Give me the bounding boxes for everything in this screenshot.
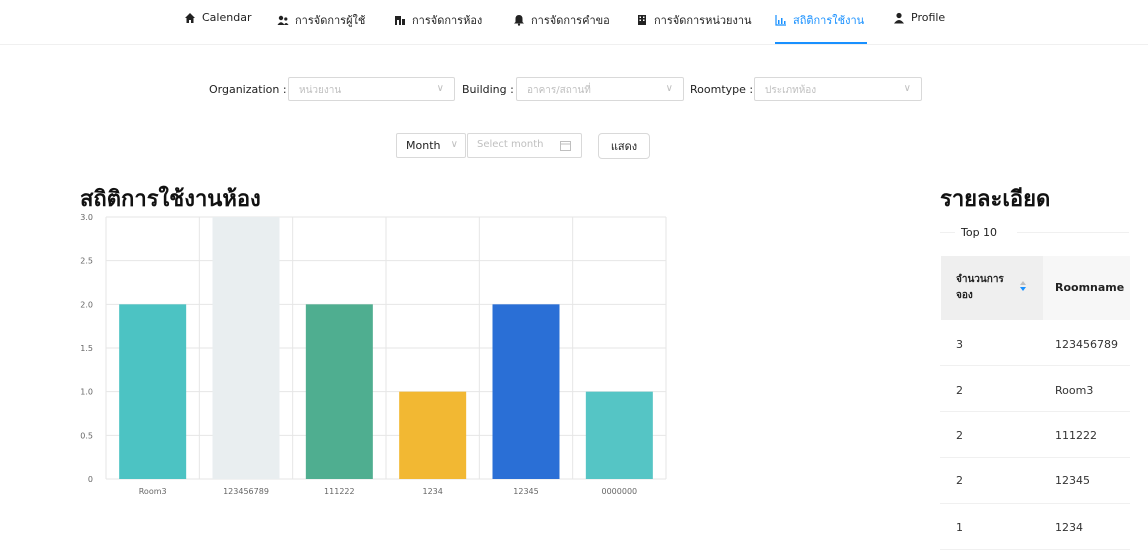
roomtype-select[interactable]: ประเภทห้อง ∨ — [754, 77, 922, 101]
room-cell: 12345 — [1055, 474, 1090, 487]
nav-label: Profile — [911, 11, 946, 24]
column-header-count[interactable]: จำนวนการจอง — [941, 256, 1043, 320]
chevron-down-icon: ∨ — [665, 83, 673, 94]
top-nav: Calendar การจัดการผู้ใช้ การจัดการห้อง ก… — [0, 0, 1148, 45]
chevron-down-icon: ∨ — [436, 83, 444, 94]
row-divider — [940, 503, 1130, 504]
y-tick-label: 0 — [88, 475, 93, 484]
building-label: Building : — [462, 83, 514, 96]
nav-item-calendar[interactable]: Calendar — [184, 11, 251, 24]
x-tick-label: 123456789 — [223, 487, 269, 496]
organization-select[interactable]: หน่วยงาน ∨ — [288, 77, 455, 101]
chart-title: สถิติการใช้งานห้อง — [80, 187, 261, 212]
room-cell: 123456789 — [1055, 338, 1118, 351]
room-cell: 111222 — [1055, 429, 1097, 442]
nav-label: การจัดการคำขอ — [531, 14, 610, 27]
bar[interactable] — [212, 217, 280, 479]
y-tick-label: 1.5 — [80, 344, 93, 353]
x-tick-label: 12345 — [513, 487, 538, 496]
top10-tab[interactable]: Top 10 — [961, 226, 997, 239]
count-cell: 2 — [956, 384, 963, 397]
count-cell: 3 — [956, 338, 963, 351]
period-select[interactable]: Month ∨ — [396, 133, 466, 158]
room-cell: 1234 — [1055, 521, 1083, 534]
active-tab-indicator — [775, 42, 867, 44]
sort-icon[interactable] — [1019, 280, 1027, 292]
y-tick-label: 3.0 — [80, 213, 93, 222]
room-cell: Room3 — [1055, 384, 1094, 397]
nav-item-requests[interactable]: การจัดการคำขอ — [513, 11, 610, 29]
building-placeholder: อาคาร/สถานที่ — [527, 85, 591, 96]
building-icon — [638, 15, 646, 25]
nav-label: สถิติการใช้งาน — [793, 14, 865, 27]
y-tick-label: 2.0 — [80, 300, 93, 309]
chart-grid — [105, 216, 667, 480]
home-icon — [185, 12, 195, 23]
nav-item-profile[interactable]: Profile — [893, 11, 945, 24]
bar-chart: 0 0.5 1.0 1.5 2.0 2.5 3.0 Room3 123456789 111222 1… — [80, 213, 667, 496]
nav-label: Calendar — [202, 11, 252, 24]
column-header-count-label: จำนวนการจอง — [956, 274, 1004, 301]
nav-item-departments[interactable]: การจัดการหน่วยงาน — [636, 11, 752, 29]
nav-item-statistics[interactable]: สถิติการใช้งาน — [775, 11, 864, 29]
count-cell: 2 — [956, 474, 963, 487]
column-header-room[interactable]: Roomname — [1043, 256, 1130, 320]
show-button-label: แสดง — [610, 140, 638, 153]
row-divider — [940, 549, 1130, 550]
nav-item-rooms[interactable]: การจัดการห้อง — [394, 11, 482, 29]
x-tick-label: Room3 — [139, 487, 167, 496]
x-tick-label: 1234 — [422, 487, 442, 496]
calendar-icon — [560, 141, 571, 151]
bell-icon — [514, 15, 524, 26]
column-header-room-label: Roomname — [1055, 281, 1125, 294]
bar[interactable] — [492, 304, 560, 479]
chart-icon — [775, 15, 786, 26]
organization-placeholder: หน่วยงาน — [299, 85, 342, 96]
nav-item-users[interactable]: การจัดการผู้ใช้ — [277, 11, 365, 29]
bar[interactable] — [119, 304, 187, 479]
nav-label: การจัดการผู้ใช้ — [295, 14, 366, 27]
period-value: Month — [406, 139, 441, 152]
x-tick-label: 0000000 — [602, 487, 638, 496]
x-tick-label: 111222 — [324, 487, 355, 496]
y-tick-label: 1.0 — [80, 388, 93, 397]
month-picker[interactable]: Select month — [467, 133, 582, 158]
count-cell: 1 — [956, 521, 963, 534]
nav-label: การจัดการห้อง — [412, 14, 483, 27]
building-select[interactable]: อาคาร/สถานที่ ∨ — [516, 77, 684, 101]
roomtype-label: Roomtype : — [690, 83, 754, 96]
tab-line — [1017, 232, 1129, 233]
users-icon — [277, 15, 289, 25]
row-divider — [940, 411, 1130, 412]
bar[interactable] — [305, 304, 373, 479]
count-cell: 2 — [956, 429, 963, 442]
y-tick-label: 0.5 — [80, 431, 93, 440]
bar[interactable] — [585, 391, 653, 479]
show-button[interactable]: แสดง — [598, 133, 650, 159]
chevron-down-icon: ∨ — [903, 83, 911, 94]
row-divider — [940, 457, 1130, 458]
row-divider — [940, 365, 1130, 366]
month-placeholder: Select month — [477, 139, 544, 150]
roomtype-placeholder: ประเภทห้อง — [765, 85, 817, 96]
chevron-down-icon: ∨ — [450, 139, 458, 150]
tab-line — [940, 232, 955, 233]
bar[interactable] — [399, 391, 467, 479]
room-icon — [395, 16, 405, 25]
organization-label: Organization : — [209, 83, 287, 96]
nav-label: การจัดการหน่วยงาน — [654, 14, 752, 27]
user-icon — [894, 12, 904, 23]
y-tick-label: 2.5 — [80, 257, 93, 266]
detail-title: รายละเอียด — [940, 187, 1051, 212]
